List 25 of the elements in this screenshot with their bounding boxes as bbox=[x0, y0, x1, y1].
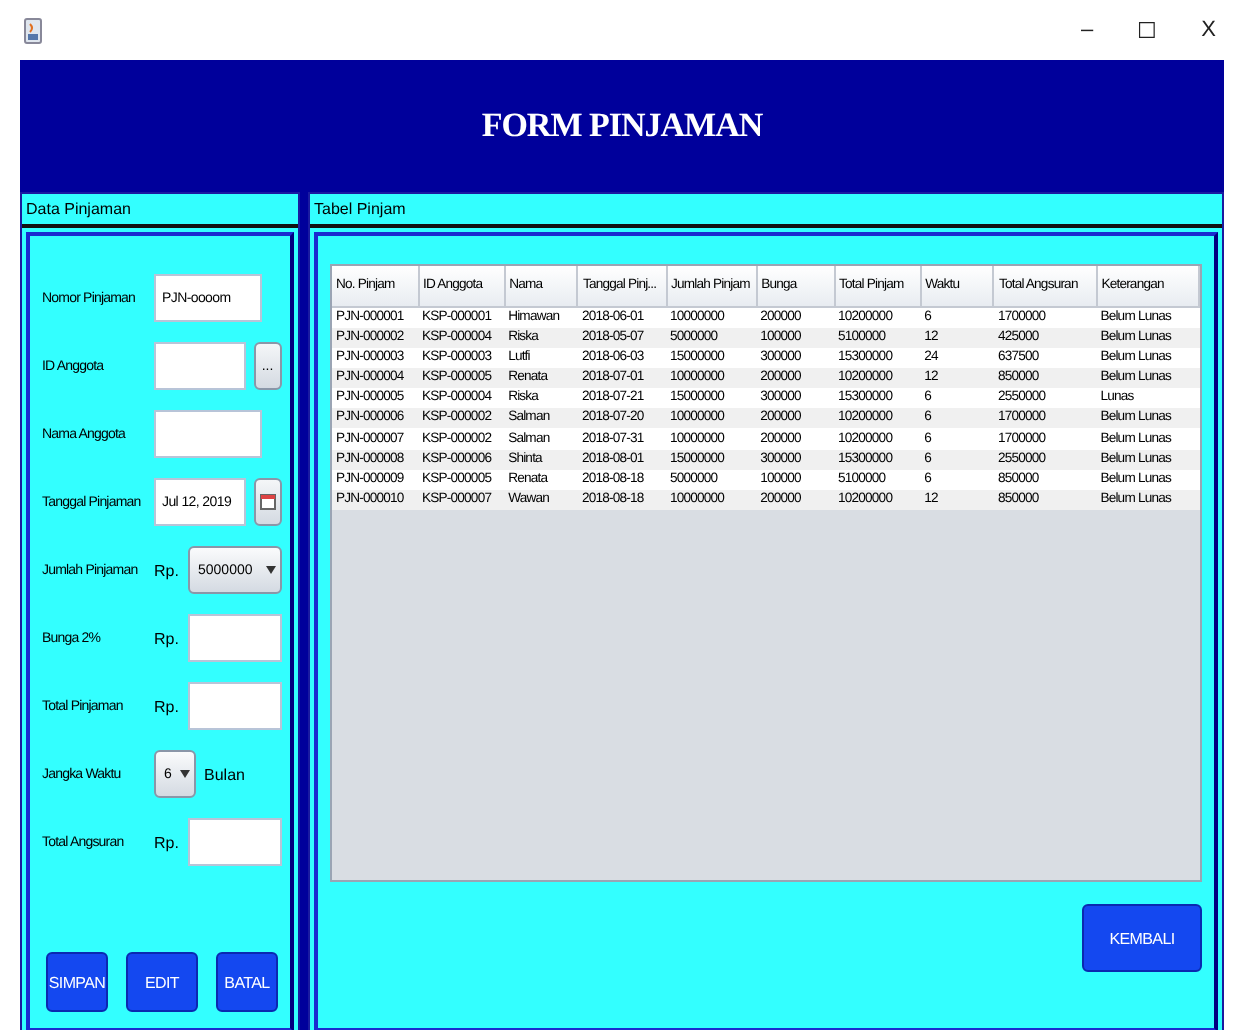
text-field[interactable] bbox=[154, 410, 262, 458]
action-button[interactable]: BATAL bbox=[216, 952, 278, 1012]
panel-title: Tabel Pinjam bbox=[310, 194, 1222, 228]
caret-icon bbox=[180, 770, 190, 778]
currency-label: Rp. bbox=[154, 561, 181, 579]
text-field[interactable] bbox=[188, 818, 282, 866]
action-button[interactable]: EDIT bbox=[126, 952, 198, 1012]
window-control[interactable]: ☐ bbox=[1137, 17, 1158, 43]
calendar-button[interactable] bbox=[253, 478, 282, 526]
text-field[interactable] bbox=[188, 614, 282, 662]
caret-icon bbox=[266, 566, 276, 574]
window-control[interactable]: – bbox=[1081, 17, 1094, 43]
text-field[interactable] bbox=[154, 342, 246, 390]
calendar-icon bbox=[259, 494, 276, 510]
back-button[interactable]: KEMBALI bbox=[1082, 904, 1202, 972]
text-field[interactable] bbox=[188, 682, 282, 730]
currency-label: Rp. bbox=[154, 629, 181, 647]
action-button[interactable]: SIMPAN bbox=[46, 952, 108, 1012]
panel-title: Data Pinjaman bbox=[22, 194, 298, 228]
app-icon bbox=[24, 17, 42, 43]
unit-label: Bulan bbox=[204, 765, 245, 783]
form-title: FORM PINJAMAN bbox=[481, 106, 763, 146]
window-control[interactable]: X bbox=[1201, 17, 1216, 43]
currency-label: Rp. bbox=[154, 833, 181, 851]
currency-label: Rp. bbox=[154, 697, 181, 715]
